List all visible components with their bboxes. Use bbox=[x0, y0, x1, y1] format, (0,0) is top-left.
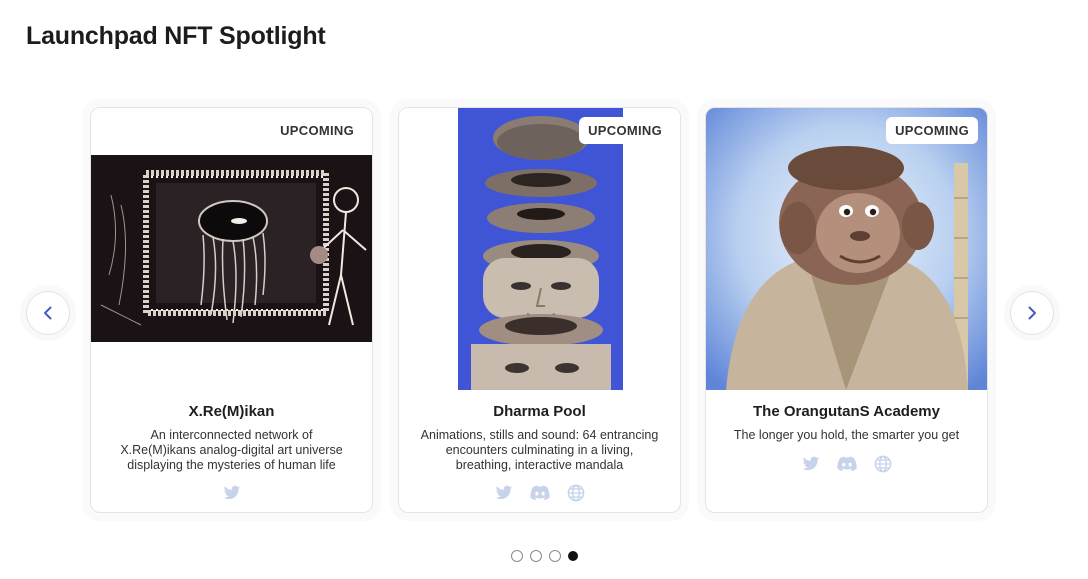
nft-card-xremikan[interactable]: UPCOMING X.Re(M)ikan An interconnected n… bbox=[90, 107, 373, 513]
nft-image-xremikan bbox=[91, 155, 372, 342]
twitter-icon[interactable] bbox=[800, 453, 822, 475]
twitter-icon[interactable] bbox=[493, 482, 515, 504]
launchpad-spotlight-page: Launchpad NFT Spotlight UPCOMING X.Re(M)… bbox=[0, 0, 1088, 579]
social-links bbox=[706, 453, 987, 475]
nft-name: Dharma Pool bbox=[493, 403, 586, 420]
nft-image-dharma-pool bbox=[399, 108, 680, 390]
twitter-icon[interactable] bbox=[221, 482, 243, 504]
status-badge: UPCOMING bbox=[271, 117, 363, 144]
nft-image-orangutans-academy bbox=[706, 108, 987, 390]
discord-icon[interactable] bbox=[836, 453, 858, 475]
social-links bbox=[91, 482, 372, 504]
pagination-dot-3[interactable] bbox=[548, 550, 561, 562]
status-badge: UPCOMING bbox=[579, 117, 671, 144]
globe-icon[interactable] bbox=[565, 482, 587, 504]
nft-description: Animations, stills and sound: 64 entranc… bbox=[420, 428, 659, 472]
nft-name: The OrangutanS Academy bbox=[753, 403, 940, 420]
nft-description: An interconnected network of X.Re(M)ikan… bbox=[120, 428, 343, 472]
social-links bbox=[399, 482, 680, 504]
carousel-next-button[interactable] bbox=[1010, 291, 1054, 335]
globe-icon[interactable] bbox=[872, 453, 894, 475]
nft-card-dharma-pool[interactable]: UPCOMING Dharma Pool Animations, stills … bbox=[398, 107, 681, 513]
nft-name: X.Re(M)ikan bbox=[188, 403, 275, 420]
nft-card-orangutans-academy[interactable]: UPCOMING The OrangutanS Academy The long… bbox=[705, 107, 988, 513]
status-badge: UPCOMING bbox=[886, 117, 978, 144]
section-title: Launchpad NFT Spotlight bbox=[26, 22, 326, 50]
pagination-dot-2[interactable] bbox=[529, 550, 542, 562]
nft-description: The longer you hold, the smarter you get bbox=[733, 428, 960, 442]
chevron-right-icon bbox=[1028, 306, 1036, 320]
discord-icon[interactable] bbox=[529, 482, 551, 504]
pagination-dot-1[interactable] bbox=[510, 550, 523, 562]
chevron-left-icon bbox=[44, 306, 52, 320]
pagination-dot-4[interactable] bbox=[567, 551, 578, 561]
carousel-prev-button[interactable] bbox=[26, 291, 70, 335]
carousel-pagination bbox=[0, 550, 1088, 562]
